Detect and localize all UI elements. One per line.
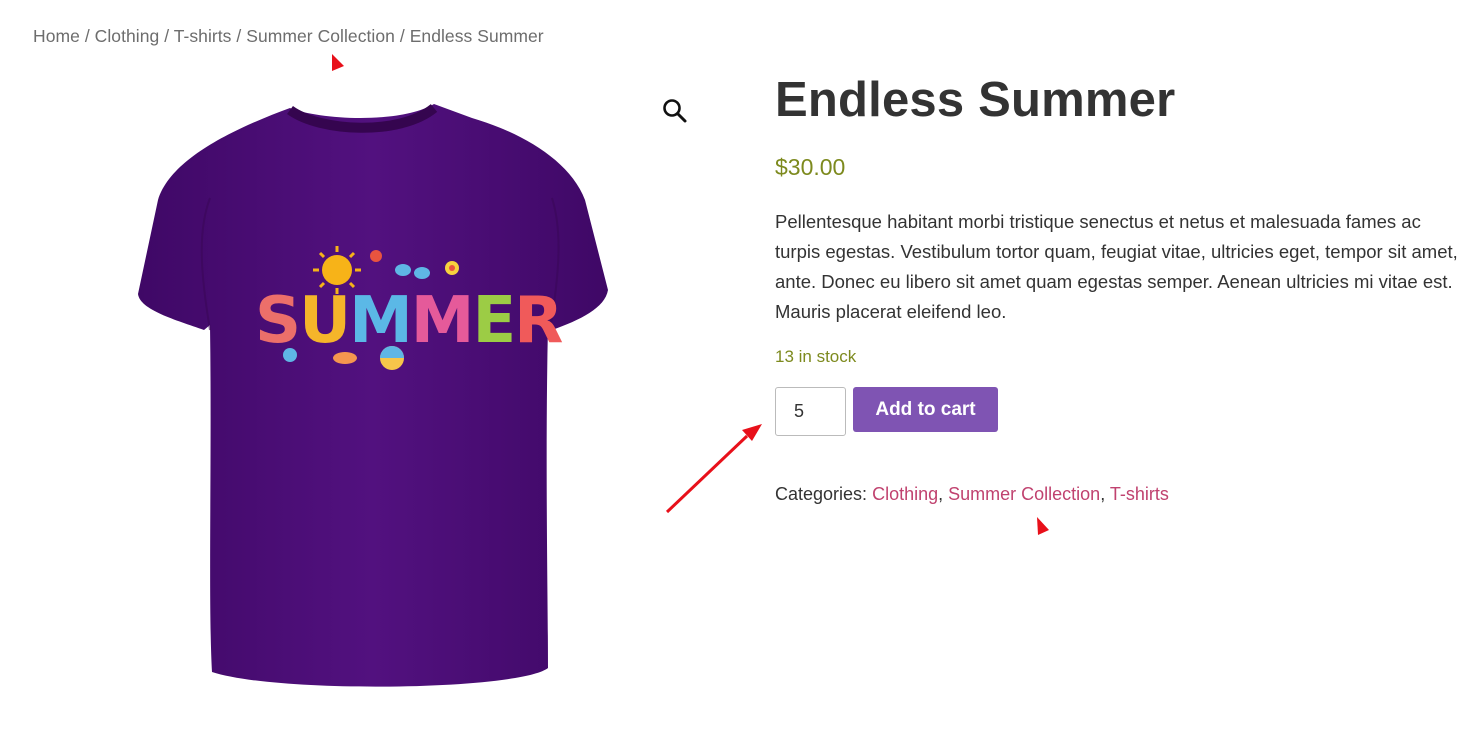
add-to-cart-button[interactable]: Add to cart <box>853 387 998 432</box>
breadcrumb-clothing[interactable]: Clothing <box>95 26 160 46</box>
svg-text:SUMMER: SUMMER <box>255 284 562 358</box>
product-categories: Categories: Clothing, Summer Collection,… <box>775 484 1169 504</box>
breadcrumb-separator: / <box>164 26 170 46</box>
category-link-t-shirts[interactable]: T-shirts <box>1110 484 1169 504</box>
breadcrumb-summer-collection[interactable]: Summer Collection <box>246 26 395 46</box>
quantity-input[interactable] <box>775 387 846 436</box>
product-title: Endless Summer <box>775 73 1176 127</box>
breadcrumb-current: Endless Summer <box>409 26 544 46</box>
categories-label: Categories: <box>775 484 868 504</box>
breadcrumb-separator: / <box>236 26 242 46</box>
stock-status: 13 in stock <box>775 347 857 366</box>
product-description: Pellentesque habitant morbi tristique se… <box>775 211 1458 322</box>
breadcrumb-home[interactable]: Home <box>33 26 80 46</box>
zoom-search-icon[interactable] <box>662 98 688 124</box>
annotation-pointer <box>1037 517 1049 535</box>
annotation-arrowhead <box>742 424 762 441</box>
category-link-summer-collection[interactable]: Summer Collection <box>948 484 1100 504</box>
product-price: $30.00 <box>775 154 846 180</box>
annotation-pointer <box>332 54 344 71</box>
breadcrumb-t-shirts[interactable]: T-shirts <box>174 26 232 46</box>
product-summary: Endless Summer $30.00 Pellentesque habit… <box>775 70 1465 504</box>
product-image[interactable]: SUMMER <box>100 80 700 726</box>
breadcrumb-separator: / <box>84 26 90 46</box>
breadcrumb: Home / Clothing / T-shirts / Summer Coll… <box>33 26 544 47</box>
category-link-clothing[interactable]: Clothing <box>872 484 938 504</box>
breadcrumb-separator: / <box>399 26 405 46</box>
tshirt-image: SUMMER <box>138 103 608 687</box>
